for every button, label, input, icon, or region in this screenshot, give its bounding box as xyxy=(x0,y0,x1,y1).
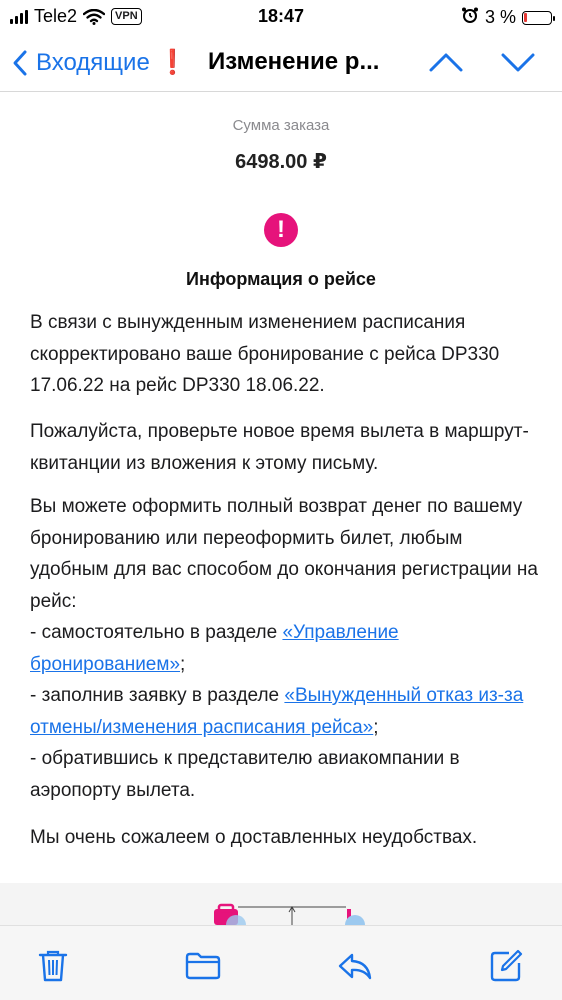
option-1-prefix: - самостоятельно в разделе xyxy=(30,622,283,643)
nav-bar: Входящие ❗ Изменение р... xyxy=(0,34,562,92)
paragraph-check-time: Пожалуйста, проверьте новое время вылета… xyxy=(30,421,529,474)
option-2-suffix: ; xyxy=(373,716,379,738)
chevron-up-icon xyxy=(429,53,463,72)
delete-button[interactable] xyxy=(35,948,71,984)
email-body[interactable]: Сумма заказа 6498.00 ₽ ! Информация о ре… xyxy=(0,93,562,925)
compose-button[interactable] xyxy=(488,948,524,984)
chevron-left-icon xyxy=(13,50,27,75)
reply-button[interactable] xyxy=(337,948,373,984)
paragraph-schedule-change: В связи с вынужденным изменением расписа… xyxy=(30,312,500,396)
trash-icon xyxy=(38,950,68,982)
paragraph-apology: Мы очень сожалеем о доставленных неудобс… xyxy=(30,827,478,848)
chevron-down-icon xyxy=(501,53,535,72)
next-message-button[interactable] xyxy=(500,50,536,79)
battery-icon xyxy=(522,10,555,25)
folder-icon xyxy=(185,952,221,980)
option-3: - обратившись к представителю авиакомпан… xyxy=(30,748,460,801)
important-flag-icon: ❗ xyxy=(157,49,188,76)
previous-message-button[interactable] xyxy=(428,50,464,79)
paragraph-options: Вы можете оформить полный возврат денег … xyxy=(30,491,540,806)
battery-percent: 3 % xyxy=(484,7,516,27)
bottom-toolbar xyxy=(0,925,562,1000)
status-bar: Tele2 VPN 18:47 3 % xyxy=(0,0,562,32)
option-1-suffix: ; xyxy=(180,653,186,675)
move-to-folder-button[interactable] xyxy=(185,948,221,984)
status-right: 3 % xyxy=(461,6,555,29)
compose-icon xyxy=(490,949,523,982)
order-sum-value: 6498.00 ₽ xyxy=(235,151,327,173)
options-intro: Вы можете оформить полный возврат денег … xyxy=(30,496,538,612)
reply-icon xyxy=(338,953,372,980)
alarm-icon xyxy=(461,6,479,29)
warning-icon: ! xyxy=(264,213,298,247)
email-subject: Изменение р... xyxy=(208,48,380,75)
section-title: Информация о рейсе xyxy=(186,269,376,289)
back-label: Входящие xyxy=(36,48,150,76)
back-button[interactable]: Входящие ❗ xyxy=(12,48,188,77)
order-sum-label: Сумма заказа xyxy=(232,117,330,134)
footer-illustration xyxy=(0,883,562,925)
option-2-prefix: - заполнив заявку в разделе xyxy=(30,685,285,706)
